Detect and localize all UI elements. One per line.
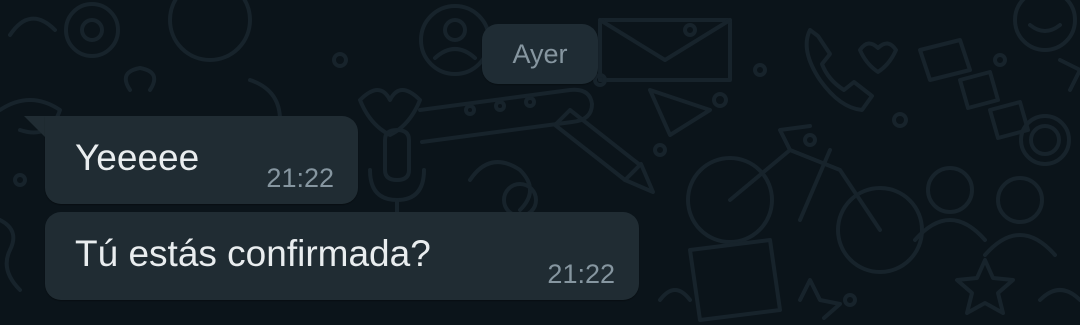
message-bubble[interactable]: Tú estás confirmada? 21:22 <box>45 212 639 300</box>
message-bubble[interactable]: Yeeeee 21:22 <box>45 116 358 204</box>
message-text: Yeeeee <box>75 137 200 178</box>
message-time: 21:22 <box>547 259 615 289</box>
bubble-tail <box>24 116 46 138</box>
message-time: 21:22 <box>266 163 334 193</box>
date-chip: Ayer <box>482 24 598 84</box>
message-text: Tú estás confirmada? <box>75 233 431 274</box>
chat-area: Ayer Yeeeee 21:22 Tú estás confirmada? 2… <box>0 0 1080 325</box>
